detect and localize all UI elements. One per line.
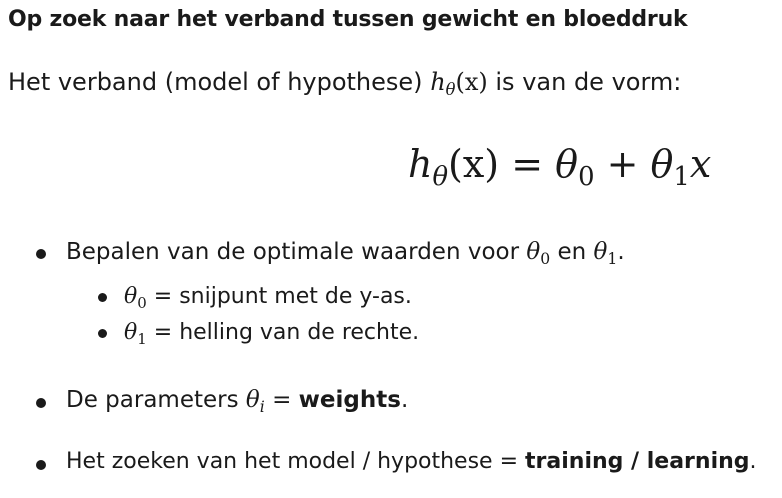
sub-bullet-intercept: θ0 = snijpunt met de y-as. — [124, 284, 412, 312]
intro-sentence: Het verband (model of hypothese) hθ(x) i… — [8, 68, 682, 100]
bullet-dot — [36, 398, 46, 408]
bullet-training: Het zoeken van het model / hypothese = t… — [66, 449, 757, 474]
sub-bullet-dot — [98, 293, 107, 302]
page-title: Op zoek naar het verband tussen gewicht … — [8, 7, 688, 32]
bullet-dot — [36, 249, 46, 259]
sub-bullet-dot — [98, 329, 107, 338]
sub-bullet-slope: θ1 = helling van de rechte. — [124, 320, 420, 348]
intro-suffix: is van de vorm: — [495, 68, 682, 96]
bullet-optimal-values: Bepalen van de optimale waarden voor θ0 … — [66, 239, 625, 268]
intro-text: Het verband (model of hypothese) — [8, 68, 423, 96]
bullet-dot — [36, 460, 46, 470]
bullet-parameters: De parameters θi = weights. — [66, 387, 409, 416]
intro-hypothesis-symbol: hθ(x) — [430, 68, 488, 100]
hypothesis-formula: hθ(x) = θ0 + θ1x — [408, 142, 712, 193]
